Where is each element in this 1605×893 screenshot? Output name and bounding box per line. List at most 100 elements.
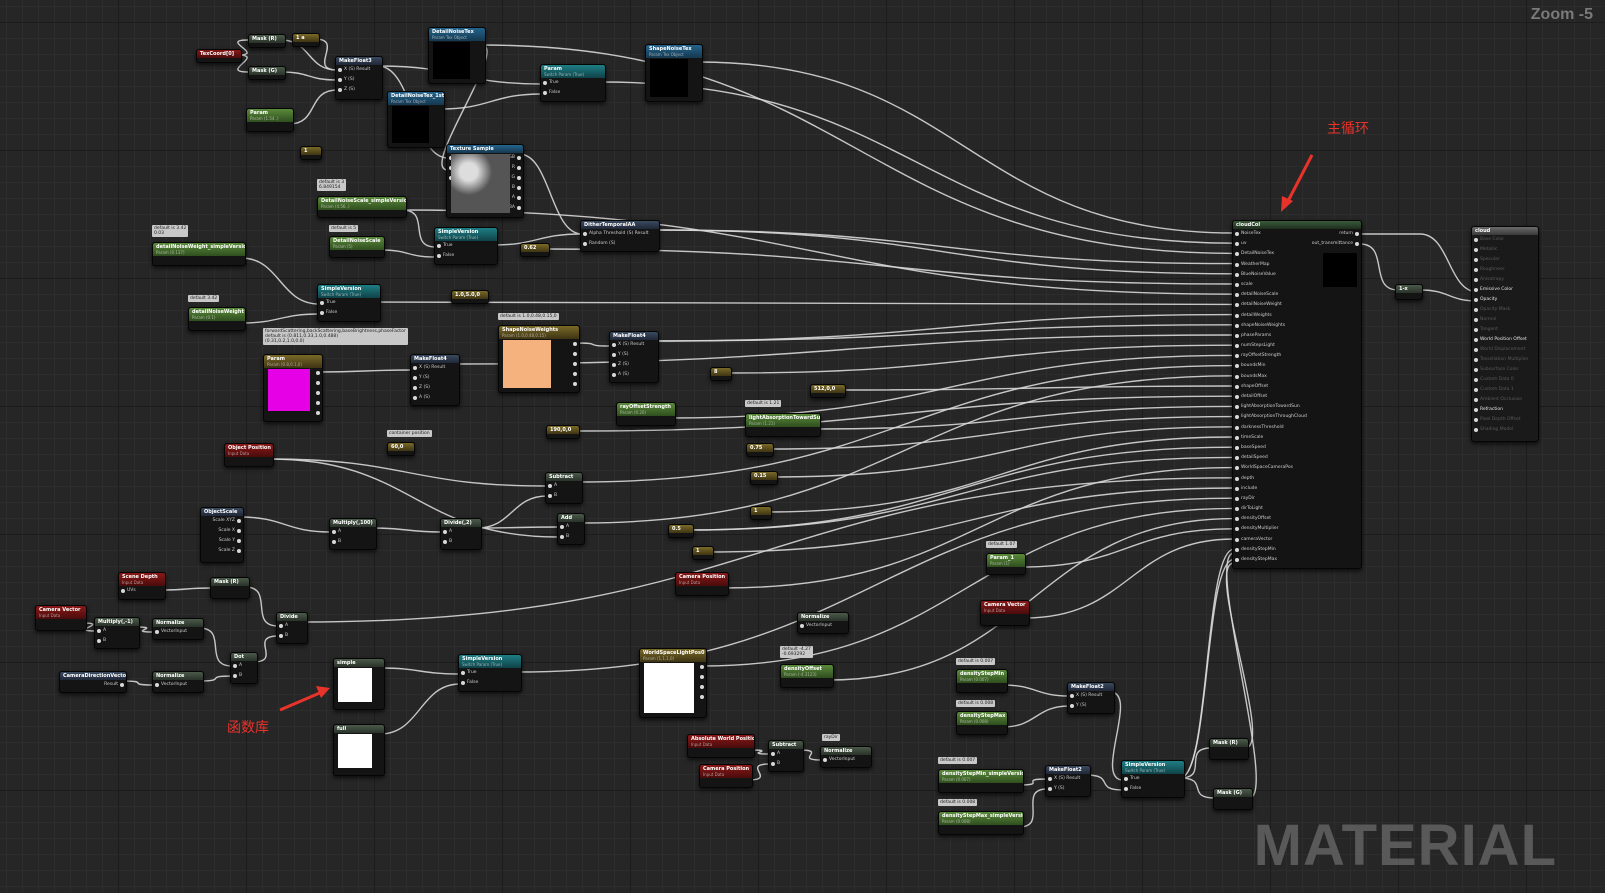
norm4-node[interactable]: Normalize VectorInput [820,746,872,768]
objpos-node[interactable]: Object Position Input Data [224,443,274,467]
cloudcol-input-pin[interactable]: timeScale [1233,433,1361,443]
param2-input-pin[interactable]: False [541,88,605,98]
simplever3-input-pin[interactable]: True [459,668,521,678]
shapeweights-output-pin[interactable] [565,369,579,379]
param3-output-pin[interactable] [308,408,322,418]
connection-wire[interactable] [1002,705,1070,728]
c4-header[interactable]: 1.0,5.0,0 [452,291,488,299]
makefloat2b-input-pin[interactable]: Y (S) [1046,784,1090,794]
norm4-input-pin[interactable]: VectorInput [821,755,871,765]
cloudcol-input-pin[interactable]: densityStepMin [1233,545,1361,555]
connection-wire[interactable] [1419,289,1479,302]
rayoffset-header[interactable]: rayOffsetStrength Param (0.20) [617,403,675,416]
lightabs-node[interactable]: lightAbsorptionTowardSun Param (1.21) [745,413,821,437]
c10-node[interactable]: 0.15 [750,471,778,485]
camvec1-header[interactable]: Camera Vector Input Data [36,606,86,619]
norm4-header[interactable]: Normalize [821,747,871,755]
campos2-header[interactable]: Camera Position Input Data [700,765,752,778]
connection-wire[interactable] [840,385,1235,391]
param1-node[interactable]: Param Param (1.54..) [246,108,294,132]
material-output-pin[interactable]: Opacity Mask [1472,305,1538,315]
mult1-input-pin[interactable]: A [330,527,376,537]
simplever4-header[interactable]: SimpleVersion Switch Param (True) [1122,761,1184,774]
campos1-header[interactable]: Camera Position Input Data [676,573,728,586]
wslight-node[interactable]: WorldSpaceLightPos0 Param (1,1,1,0) [639,648,707,718]
connection-wire[interactable] [1359,243,1399,291]
simplever3-input-pin[interactable]: False [459,678,521,688]
c2-node[interactable]: 1 [300,146,322,160]
param3-output-pin[interactable] [308,388,322,398]
connection-wire[interactable] [1020,528,1235,568]
makefloat2a-header[interactable]: MakeFloat2 [1068,683,1114,691]
camdir-output-pin[interactable]: Result [98,680,126,690]
cloudcol-input-pin[interactable]: include [1233,484,1361,494]
c4-node[interactable]: 1.0,5.0,0 [451,290,489,304]
lightabs-header[interactable]: lightAbsorptionTowardSun Param (1.21) [746,414,820,427]
material-output-pin[interactable]: Anisotropy [1472,275,1538,285]
connection-wire[interactable] [701,507,1235,667]
densmin2-header[interactable]: densityStepMin_simpleVersion Param (0.007… [939,770,1023,783]
objscale-output-pin[interactable]: Scale Z [207,546,243,556]
subtract2-header[interactable]: Subtract [769,741,803,749]
shapeweights-output-pin[interactable] [565,349,579,359]
connection-wire[interactable] [288,89,338,125]
connection-wire[interactable] [317,369,413,373]
dnscale-node[interactable]: DetailNoiseScale_simpleVersion Param (4.5… [317,196,407,218]
maskR2-header[interactable]: Mask (R) [211,578,249,586]
objscale-header[interactable]: ObjectScale [201,508,243,516]
material-output-pin[interactable]: World Displacement [1472,345,1538,355]
param3-output-pin[interactable] [308,398,322,408]
c1-node[interactable]: 1 a [292,33,320,47]
add1-node[interactable]: Add A B [557,513,585,545]
dither-node[interactable]: DitherTemporalAA Alpha Threshold (S) Resu… [580,220,660,252]
connection-wire[interactable] [670,354,1235,419]
makefloat4a-input-pin[interactable]: Z (S) [411,383,459,393]
div1-header[interactable]: Divide(,2) [441,519,481,527]
connection-wire[interactable] [371,527,443,533]
wslight-output-pin[interactable] [692,692,706,702]
param3-output-pin[interactable] [308,378,322,388]
div1-input-pin[interactable]: B [441,537,481,547]
norm3-header[interactable]: Normalize [798,613,848,621]
connection-wire[interactable] [574,342,612,347]
param4-header[interactable]: Param_1 Param (1) [987,554,1025,567]
material-output-pin[interactable]: Refraction [1472,405,1538,415]
shapenoise-node[interactable]: ShapeNoiseTex Param Tex Object [645,44,703,102]
simplever2-header[interactable]: SimpleVersion Switch Param (True) [318,285,380,298]
mult2-header[interactable]: Multiply(,-1) [95,618,139,626]
norm1-node[interactable]: Normalize VectorInput [152,618,204,640]
dither-input-pin[interactable]: Random (S) [581,239,659,249]
connection-wire[interactable] [828,517,1235,681]
c11-header[interactable]: 1 [751,507,771,515]
connection-wire[interactable] [1225,562,1254,749]
shapeweights-header[interactable]: ShapeNoiseWeights Param (1.0,0.48,0.15) [499,326,579,339]
divide2-input-pin[interactable]: A [277,621,307,631]
param3-header[interactable]: Param Param (0.8,0.1,0) [264,355,322,368]
makefloat3-input-pin[interactable]: Z (S) [336,85,382,95]
param3-node[interactable]: Param Param (0.8,0.1,0) [263,354,323,422]
cloudcol-input-pin[interactable]: rayOffsetStrength [1233,351,1361,361]
connection-wire[interactable] [726,344,1235,374]
densmax1-header[interactable]: densityStepMax Param (0.008) [957,712,1007,725]
texcoord-node[interactable]: TexCoord[0] [196,49,242,63]
connection-wire[interactable] [544,248,1235,285]
cloudcol-input-pin[interactable]: densityStepMax [1233,555,1361,565]
cloudcol-input-pin[interactable]: WorldSpaceCameraPos [1233,463,1361,473]
connection-wire[interactable] [1002,684,1070,697]
simplever4-input-pin[interactable]: False [1122,784,1184,794]
dnscale2-node[interactable]: DetailNoiseScale Param (5) [329,236,385,258]
wslight-output-pin[interactable] [692,682,706,692]
densmax2-node[interactable]: densityStepMax_simpleVersion Param (0.008… [938,811,1024,835]
param3-output-pin[interactable] [308,368,322,378]
cloudcol-input-pin[interactable]: rayDir [1233,494,1361,504]
norm1-input-pin[interactable]: VectorInput [153,627,203,637]
subtract2-node[interactable]: Subtract A B [768,740,804,772]
makefloat4a-input-pin[interactable]: Y (S) [411,373,459,383]
connection-wire[interactable] [401,209,437,248]
norm2-node[interactable]: Normalize VectorInput [152,671,204,693]
norm3-node[interactable]: Normalize VectorInput [797,612,849,634]
makefloat4a-input-pin[interactable]: X (S) Result [411,363,459,373]
connection-wire[interactable] [579,375,1235,524]
maskG1-header[interactable]: Mask (G) [249,67,285,75]
subtract1-header[interactable]: Subtract [546,473,582,481]
